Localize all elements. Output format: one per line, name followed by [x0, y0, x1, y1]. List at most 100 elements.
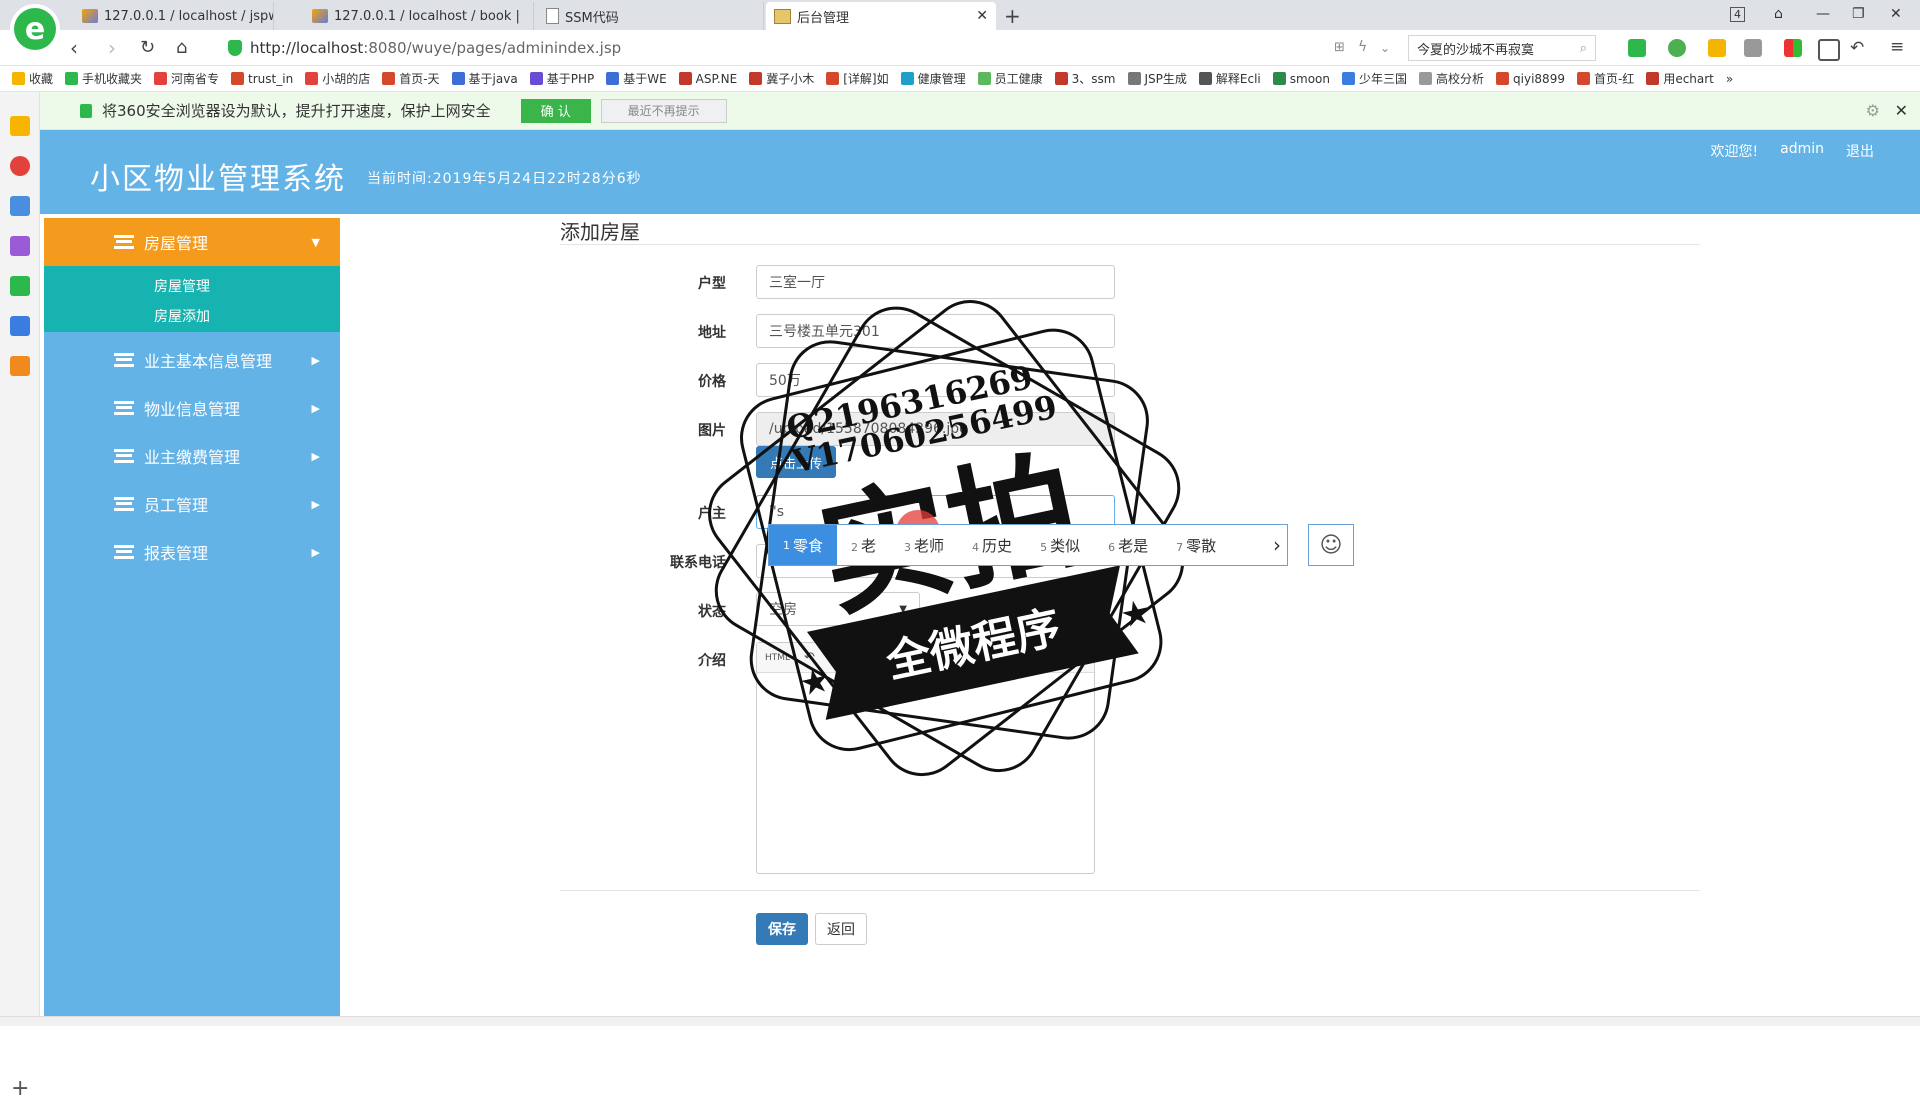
- home-button[interactable]: ⌂: [176, 37, 187, 58]
- username[interactable]: admin: [1780, 141, 1824, 161]
- close-window-button[interactable]: ✕: [1890, 6, 1902, 22]
- bookmark-item[interactable]: 基于WE: [606, 70, 667, 87]
- bookmark-item[interactable]: 健康管理: [900, 70, 966, 87]
- ime-candidate[interactable]: 6 老是: [1094, 535, 1162, 556]
- bookmark-item[interactable]: 少年三国: [1342, 70, 1407, 87]
- bookmark-item[interactable]: 河南省专: [154, 70, 219, 87]
- bookmark-item[interactable]: 3、ssm: [1054, 70, 1116, 87]
- title-divider: [560, 244, 1700, 245]
- bookmark-label: 河南省专: [171, 72, 220, 86]
- url-host: http://localhost: [250, 39, 364, 57]
- refresh-button[interactable]: ↻: [140, 37, 155, 58]
- bookmarks-bar: 收藏 手机收藏夹 河南省专 trust_in 小胡的店 首页-天 基于java 基于PHP 基于…: [0, 66, 1920, 92]
- bookmark-favicon-icon: [1646, 72, 1660, 85]
- bookmark-item[interactable]: 用echart: [1646, 70, 1714, 87]
- submenu-house-list[interactable]: 房屋管理: [154, 276, 210, 296]
- search-input[interactable]: 今夏的沙城不再寂寞 ⌕: [1408, 35, 1596, 61]
- favorites-star-icon[interactable]: [10, 116, 30, 136]
- game-icon[interactable]: [1744, 39, 1762, 57]
- shirt-icon[interactable]: ⌂: [1774, 6, 1783, 22]
- bookmark-item[interactable]: 首页-天: [382, 70, 440, 87]
- candidate-text: 老: [861, 536, 877, 555]
- apps-icon[interactable]: [1784, 39, 1802, 57]
- bookmark-item[interactable]: 基于PHP: [529, 70, 594, 87]
- bookmark-item[interactable]: trust_in: [231, 72, 293, 86]
- ie-e-icon: e: [14, 8, 56, 50]
- back-button[interactable]: 返回: [815, 913, 867, 945]
- menu-icon[interactable]: ≡: [1890, 37, 1904, 57]
- grid-icon[interactable]: ⊞: [1334, 40, 1345, 55]
- tab-book[interactable]: 127.0.0.1 / localhost / book |: [304, 2, 534, 30]
- bookmark-item[interactable]: 基于java: [451, 70, 518, 87]
- sidebar-item-owner-info[interactable]: 业主基本信息管理 ▶: [44, 336, 340, 384]
- ime-candidate[interactable]: 4 历史: [958, 535, 1026, 556]
- comic-icon[interactable]: [10, 236, 30, 256]
- weibo-icon[interactable]: [10, 156, 30, 176]
- welcome-text: 欢迎您!: [1710, 144, 1759, 160]
- sidebar-item-staff[interactable]: 员工管理 ▶: [44, 480, 340, 528]
- lightning-icon[interactable]: ϟ: [1358, 39, 1367, 55]
- search-icon[interactable]: ⌕: [1580, 41, 1587, 56]
- submenu-house-add[interactable]: 房屋添加: [154, 306, 210, 326]
- undo-icon[interactable]: ↶: [1850, 38, 1864, 58]
- video-icon[interactable]: [10, 276, 30, 296]
- more-bookmarks-icon[interactable]: »: [1726, 72, 1733, 86]
- bookmark-item[interactable]: 高校分析: [1419, 70, 1484, 87]
- scissors-icon[interactable]: [1628, 39, 1646, 57]
- bookmark-item[interactable]: 冀子小木: [749, 70, 814, 87]
- ime-candidate[interactable]: 2老: [837, 535, 890, 556]
- close-tab-icon[interactable]: ✕: [976, 8, 988, 24]
- new-tab-button[interactable]: +: [1004, 4, 1021, 28]
- tab-count-badge[interactable]: 4: [1730, 7, 1745, 22]
- ime-candidate[interactable]: 1 零食: [769, 525, 838, 565]
- translate-icon[interactable]: [1668, 39, 1686, 57]
- bookmark-item[interactable]: 手机收藏夹: [65, 70, 142, 87]
- close-notice-icon[interactable]: ✕: [1895, 101, 1908, 120]
- sidebar-item-owner-fees[interactable]: 业主缴费管理 ▶: [44, 432, 340, 480]
- add-panel-icon[interactable]: +: [11, 1076, 29, 1101]
- tab-admin[interactable]: 后台管理 ✕: [766, 2, 996, 30]
- shield-badge-icon[interactable]: [1708, 39, 1726, 57]
- sidebar-item-property-info[interactable]: 物业信息管理 ▶: [44, 384, 340, 432]
- caret-down-icon: ▼: [311, 235, 320, 249]
- settings-gear-icon[interactable]: ⚙: [1866, 101, 1880, 120]
- tab-ssm[interactable]: SSM代码: [538, 2, 764, 30]
- save-button[interactable]: 保存: [756, 913, 808, 945]
- notes-icon[interactable]: [10, 316, 30, 336]
- bookmark-item[interactable]: 首页-红: [1576, 70, 1634, 87]
- tablet-icon[interactable]: [1818, 39, 1840, 61]
- bookmark-item[interactable]: ASP.NE: [678, 72, 737, 86]
- bookmark-favicon-icon: [977, 72, 991, 85]
- emoji-icon[interactable]: ☺: [1308, 524, 1354, 566]
- ime-candidate[interactable]: 5 类似: [1026, 535, 1094, 556]
- ime-candidate[interactable]: 3 老师: [890, 535, 958, 556]
- bookmark-item[interactable]: 员工健康: [977, 70, 1043, 87]
- bookmark-item[interactable]: JSP生成: [1127, 70, 1187, 87]
- logout-link[interactable]: 退出: [1846, 141, 1874, 161]
- sidebar-item-reports[interactable]: 报表管理 ▶: [44, 528, 340, 576]
- bookmark-item[interactable]: [详解]如: [826, 70, 889, 87]
- bookmark-item[interactable]: smoon: [1272, 72, 1330, 86]
- minimize-button[interactable]: —: [1816, 6, 1830, 22]
- chevron-down-icon[interactable]: ⌄: [1380, 41, 1390, 55]
- next-page-icon[interactable]: ›: [1267, 533, 1287, 557]
- sidebar-item-label: 业主缴费管理: [144, 448, 241, 467]
- tab-label: 127.0.0.1 / localhost / book |: [334, 8, 520, 24]
- tab-jspwuye[interactable]: 127.0.0.1 / localhost / jspwuye: [74, 2, 274, 30]
- forward-button[interactable]: ›: [108, 36, 116, 60]
- bookmark-item[interactable]: qiyi8899: [1496, 72, 1565, 86]
- bookmark-favicon-icon: [900, 72, 914, 85]
- back-button[interactable]: ‹: [70, 36, 78, 60]
- notice-dismiss-button[interactable]: 最近不再提示: [600, 98, 727, 123]
- mail-icon[interactable]: [10, 196, 30, 216]
- ime-candidate[interactable]: 7 零散: [1162, 535, 1230, 556]
- bookmark-item[interactable]: 小胡的店: [305, 70, 370, 87]
- candidate-number: 1: [783, 538, 790, 552]
- notice-confirm-button[interactable]: 确 认: [520, 98, 591, 123]
- url-field[interactable]: http://localhost:8080/wuye/pages/adminin…: [228, 35, 1428, 61]
- bookmark-item[interactable]: 收藏: [12, 70, 53, 87]
- sidebar-item-house[interactable]: 房屋管理 ▼: [44, 218, 340, 266]
- restore-button[interactable]: ❐: [1852, 6, 1865, 22]
- book-icon[interactable]: [10, 356, 30, 376]
- bookmark-item[interactable]: 解释Ecli: [1198, 70, 1261, 87]
